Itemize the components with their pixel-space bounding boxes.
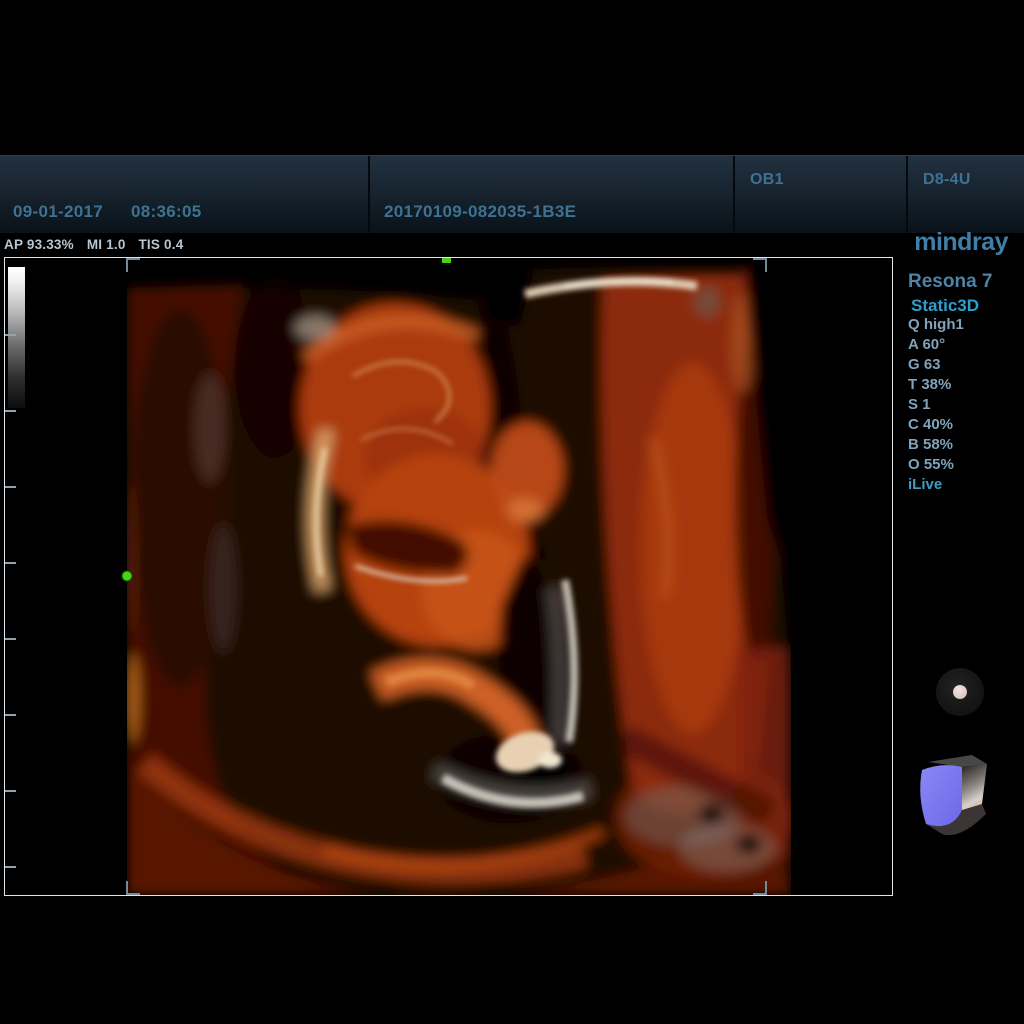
imaging-mode: Static3D bbox=[911, 296, 979, 316]
depth-tick bbox=[5, 790, 16, 792]
depth-tick bbox=[5, 714, 16, 716]
param-brightness: B 58% bbox=[908, 435, 964, 455]
exam-id-cell: 20170109-082035-1B3E bbox=[370, 156, 735, 233]
preset-cell[interactable]: OB1 bbox=[735, 156, 908, 233]
cube-front-face bbox=[920, 765, 962, 826]
depth-tick bbox=[5, 486, 16, 488]
depth-tick bbox=[5, 866, 16, 868]
probe-cell[interactable]: D8-4U bbox=[908, 156, 1024, 233]
trackball-dot-icon bbox=[953, 685, 967, 699]
parameter-list: Q high1 A 60° G 63 T 38% S 1 C 40% B 58%… bbox=[908, 315, 964, 475]
param-angle: A 60° bbox=[908, 335, 964, 355]
mindray-logo: mindray bbox=[903, 228, 1008, 257]
acoustic-status-line: AP 93.33% MI 1.0 TIS 0.4 bbox=[4, 237, 192, 252]
grayscale-map-icon bbox=[8, 267, 25, 408]
ultrasound-screen: { "top_bar": { "date": "09-01-2017", "ti… bbox=[0, 0, 1024, 1024]
depth-tick bbox=[5, 410, 16, 412]
depth-tick bbox=[5, 334, 16, 336]
param-contrast: C 40% bbox=[908, 415, 964, 435]
roi-top-handle-icon[interactable] bbox=[442, 258, 451, 263]
mechanical-index-value: MI 1.0 bbox=[87, 237, 126, 252]
param-opacity: O 55% bbox=[908, 455, 964, 475]
depth-tick bbox=[5, 562, 16, 564]
probe-model: D8-4U bbox=[923, 171, 971, 189]
orientation-cube-icon[interactable] bbox=[912, 748, 996, 840]
ilive-label: iLive bbox=[908, 475, 942, 495]
param-gain: G 63 bbox=[908, 355, 964, 375]
exam-time: 08:36:05 bbox=[131, 202, 201, 222]
param-quality: Q high1 bbox=[908, 315, 964, 335]
exam-preset: OB1 bbox=[750, 171, 784, 189]
exam-date: 09-01-2017 bbox=[13, 202, 103, 222]
param-threshold: T 38% bbox=[908, 375, 964, 395]
system-model: Resona 7 bbox=[908, 271, 992, 293]
trackball-icon[interactable] bbox=[936, 668, 984, 716]
ultrasound-image-area[interactable] bbox=[4, 257, 893, 896]
3d-fetus-render bbox=[5, 258, 892, 895]
datetime-cell: 09-01-2017 08:36:05 bbox=[0, 156, 370, 233]
cube-right-face bbox=[962, 764, 987, 811]
mindray-logo-text: mindray bbox=[914, 228, 1008, 256]
info-bar: 09-01-2017 08:36:05 20170109-082035-1B3E… bbox=[0, 155, 1024, 233]
exam-id: 20170109-082035-1B3E bbox=[384, 202, 576, 222]
depth-tick bbox=[5, 638, 16, 640]
thermal-index-value: TIS 0.4 bbox=[138, 237, 183, 252]
acoustic-power-value: AP 93.33% bbox=[4, 237, 74, 252]
roi-left-handle-icon[interactable] bbox=[122, 571, 132, 581]
param-smooth: S 1 bbox=[908, 395, 964, 415]
